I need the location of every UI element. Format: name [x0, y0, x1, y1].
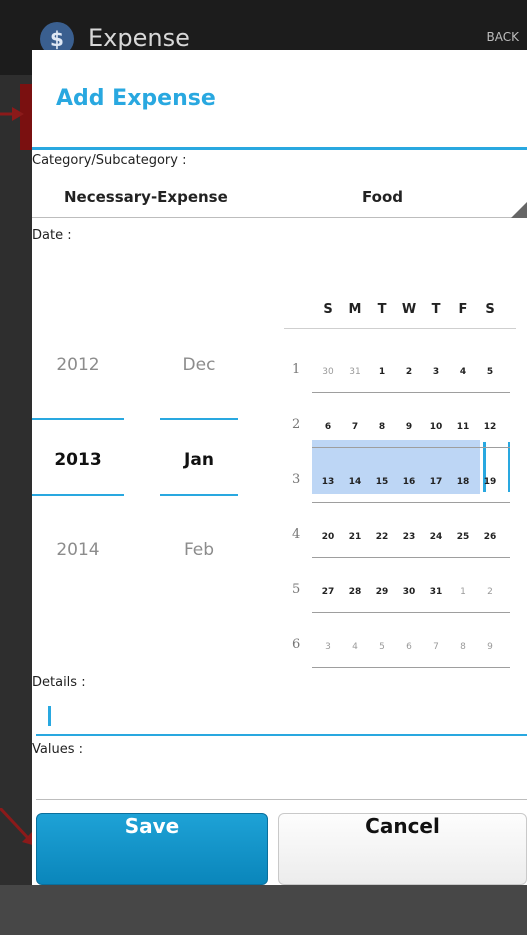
calendar-day[interactable]: 31: [424, 587, 448, 597]
calendar-day[interactable]: 1: [451, 587, 475, 597]
calendar-day[interactable]: 14: [343, 477, 367, 487]
calendar-day[interactable]: 19: [478, 477, 502, 487]
week-number: 4: [292, 527, 301, 542]
calendar-day[interactable]: 31: [343, 367, 367, 377]
calendar-day[interactable]: 6: [397, 642, 421, 652]
weekday-header: T: [377, 302, 387, 317]
calendar-day[interactable]: 3: [424, 367, 448, 377]
week-divider: [312, 667, 510, 668]
month-option[interactable]: Dec: [160, 355, 238, 375]
calendar-day[interactable]: 4: [451, 367, 475, 377]
week-divider: [312, 557, 510, 558]
calendar-day[interactable]: 4: [343, 642, 367, 652]
calendar-day[interactable]: 23: [397, 532, 421, 542]
week-divider: [312, 447, 510, 448]
calendar-day[interactable]: 5: [478, 367, 502, 377]
save-button[interactable]: Save: [36, 813, 268, 885]
calendar-day[interactable]: 28: [343, 587, 367, 597]
calendar-day[interactable]: 17: [424, 477, 448, 487]
dialog-title: Add Expense: [56, 86, 216, 111]
calendar-day[interactable]: 8: [370, 422, 394, 432]
year-option[interactable]: 2012: [32, 355, 124, 375]
weekday-header: S: [323, 302, 333, 317]
app-title: Expense: [88, 24, 190, 52]
week-divider: [312, 502, 510, 503]
spinner-underline: [32, 217, 527, 218]
cancel-button[interactable]: Cancel: [278, 813, 527, 885]
calendar-day[interactable]: 24: [424, 532, 448, 542]
spinner-dropdown-icon: [511, 202, 527, 218]
values-label: Values :: [32, 742, 83, 757]
weekday-header: F: [458, 302, 468, 317]
weekday-header: S: [485, 302, 495, 317]
weekday-header-divider: [284, 328, 516, 329]
category-spinner[interactable]: Necessary-Expense Food: [32, 172, 527, 218]
calendar-day[interactable]: 11: [451, 422, 475, 432]
year-picker-divider: [32, 494, 124, 496]
month-option[interactable]: Feb: [160, 540, 238, 560]
month-picker-divider: [160, 494, 238, 496]
weekday-header: T: [431, 302, 441, 317]
calendar-day[interactable]: 30: [397, 587, 421, 597]
calendar-day[interactable]: 22: [370, 532, 394, 542]
week-number: 5: [292, 582, 301, 597]
back-button[interactable]: BACK: [487, 30, 519, 44]
calendar-day[interactable]: 6: [316, 422, 340, 432]
calendar-day[interactable]: 2: [478, 587, 502, 597]
month-selected[interactable]: Jan: [160, 450, 238, 470]
calendar-day[interactable]: 8: [451, 642, 475, 652]
title-divider: [32, 147, 527, 150]
month-picker-divider: [160, 418, 238, 420]
date-label: Date :: [32, 228, 72, 243]
calendar-grid: S M T W T F S 1 30 31 1 2 3 4 5 2 6 7 8 9 10 11 12 3 13 14 15 16 17 1…: [284, 297, 516, 677]
add-expense-dialog: Add Expense Category/Subcategory : Neces…: [32, 50, 527, 885]
annotation-arrow-icon: [0, 107, 24, 121]
annotation-arrow-icon: [0, 808, 36, 846]
details-underline: [36, 734, 527, 736]
details-label: Details :: [32, 675, 86, 690]
calendar-day[interactable]: 3: [316, 642, 340, 652]
text-cursor: [48, 706, 51, 726]
values-underline: [36, 799, 527, 800]
year-selected[interactable]: 2013: [32, 450, 124, 470]
subcategory-value: Food: [362, 188, 403, 206]
calendar-day[interactable]: 13: [316, 477, 340, 487]
calendar-day[interactable]: 20: [316, 532, 340, 542]
calendar-day[interactable]: 9: [478, 642, 502, 652]
calendar-day[interactable]: 5: [370, 642, 394, 652]
week-number: 1: [292, 362, 301, 377]
details-input[interactable]: [32, 695, 527, 735]
calendar-day[interactable]: 2: [397, 367, 421, 377]
calendar-day[interactable]: 12: [478, 422, 502, 432]
year-option[interactable]: 2014: [32, 540, 124, 560]
calendar-day[interactable]: 29: [370, 587, 394, 597]
week-divider: [312, 612, 510, 613]
calendar-day[interactable]: 9: [397, 422, 421, 432]
year-picker-divider: [32, 418, 124, 420]
calendar-day[interactable]: 26: [478, 532, 502, 542]
background-bottom-bar: [0, 885, 527, 935]
calendar-day[interactable]: 25: [451, 532, 475, 542]
calendar-day[interactable]: 10: [424, 422, 448, 432]
calendar-day[interactable]: 15: [370, 477, 394, 487]
weekday-header: M: [348, 302, 362, 317]
weekday-header: W: [401, 302, 417, 317]
calendar-day[interactable]: 7: [343, 422, 367, 432]
category-value: Necessary-Expense: [64, 188, 228, 206]
week-number: 3: [292, 472, 301, 487]
calendar-day[interactable]: 18: [451, 477, 475, 487]
calendar-day[interactable]: 21: [343, 532, 367, 542]
calendar-day[interactable]: 27: [316, 587, 340, 597]
category-label: Category/Subcategory :: [32, 153, 187, 168]
week-divider: [312, 392, 510, 393]
calendar-day[interactable]: 30: [316, 367, 340, 377]
week-number: 2: [292, 417, 301, 432]
calendar-day[interactable]: 16: [397, 477, 421, 487]
calendar-day[interactable]: 1: [370, 367, 394, 377]
calendar-day[interactable]: 7: [424, 642, 448, 652]
week-number: 6: [292, 637, 301, 652]
